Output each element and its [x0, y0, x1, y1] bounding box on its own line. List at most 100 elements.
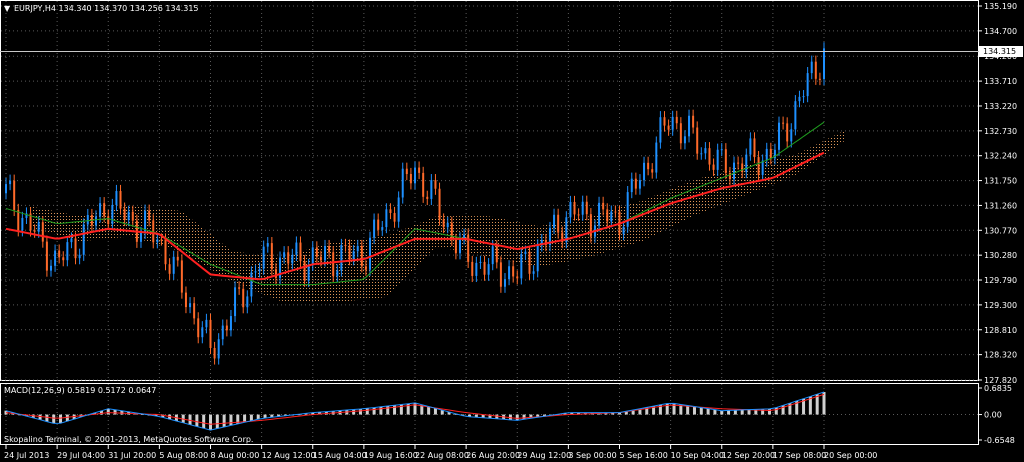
macd-bar	[379, 406, 383, 415]
candle-body	[696, 127, 699, 154]
candle-body	[679, 123, 682, 144]
candle-body	[778, 122, 781, 150]
y-tick-label: 128.810	[984, 326, 1017, 335]
candle-body	[630, 178, 633, 193]
candle-body	[806, 73, 809, 97]
candle-body	[58, 250, 61, 258]
candle-body	[311, 247, 314, 265]
candle-body	[430, 180, 433, 199]
chart-terminal[interactable]: 135.190134.700134.200133.710133.220132.7…	[0, 0, 1024, 462]
candle-body	[634, 178, 637, 189]
y-axis-ticks: 135.190134.700134.200133.710133.220132.7…	[978, 2, 1017, 445]
x-tick-label: 17 Sep 08:00	[773, 451, 826, 460]
candle-body	[602, 202, 605, 210]
candle-body	[532, 271, 535, 274]
x-tick-label: 10 Sep 04:00	[671, 451, 724, 460]
candle-body	[123, 208, 126, 221]
candle-body	[438, 188, 441, 220]
candle-body	[475, 262, 478, 276]
macd-bar	[774, 407, 778, 415]
price-chart-svg[interactable]: 135.190134.700134.200133.710133.220132.7…	[0, 0, 1024, 462]
y-tick-label: 135.190	[984, 2, 1017, 11]
candle-body	[581, 201, 584, 215]
macd-bar	[59, 414, 63, 424]
candle-body	[405, 168, 408, 175]
y-tick-label: 128.320	[984, 351, 1017, 360]
candle-body	[103, 203, 106, 217]
candle-body	[769, 148, 772, 159]
candle-body	[577, 214, 580, 216]
candle-body	[9, 180, 12, 185]
y-tick-label: 134.700	[984, 27, 1017, 36]
macd-bar	[372, 407, 376, 415]
candle-body	[786, 123, 789, 142]
candle-body	[66, 242, 69, 261]
x-tick-label: 12 Sep 20:00	[722, 451, 775, 460]
macd-bar	[209, 414, 212, 431]
x-tick-label: 31 Jul 20:00	[108, 451, 156, 460]
candle-body	[94, 216, 97, 226]
candle-body	[5, 184, 7, 194]
candle-body	[414, 167, 416, 184]
candle-body	[823, 48, 825, 80]
macd-bar	[522, 414, 526, 420]
candle-body	[708, 148, 711, 165]
chart-header: EURJPY,H4 134.340 134.370 134.256 134.31…	[14, 4, 199, 13]
candle-body	[675, 116, 678, 124]
candle-body	[573, 201, 576, 215]
candle-body	[115, 191, 118, 205]
candle-body	[254, 271, 257, 273]
x-tick-label: 8 Aug 00:00	[211, 451, 260, 460]
macd-bar	[249, 414, 253, 421]
candle-body	[622, 226, 625, 235]
macd-bar	[515, 414, 519, 421]
candle-body	[209, 319, 212, 349]
candle-body	[737, 162, 740, 164]
candle-body	[643, 162, 646, 181]
candle-body	[172, 256, 175, 274]
y-tick-label: 133.220	[984, 102, 1017, 111]
candle-body	[749, 138, 752, 155]
candle-body	[802, 96, 805, 98]
candle-body	[99, 203, 102, 217]
candle-body	[757, 157, 760, 175]
candle-body	[745, 154, 748, 173]
candle-body	[528, 251, 531, 274]
candle-body	[463, 234, 466, 239]
candle-body	[270, 243, 273, 270]
macd-bar	[202, 414, 206, 429]
candle-body	[818, 78, 821, 80]
candle-body	[221, 325, 224, 340]
candle-body	[377, 219, 380, 230]
macd-bar	[747, 409, 751, 415]
candle-body	[119, 191, 122, 209]
macd-y-tick-label: 0.00	[984, 411, 1002, 420]
candle-body	[598, 202, 601, 226]
candle-body	[258, 268, 261, 272]
macd-bar	[229, 414, 233, 426]
candle-body	[197, 318, 200, 338]
candle-body	[442, 219, 445, 228]
macd-bar	[706, 408, 710, 415]
candle-body	[651, 169, 654, 173]
y-tick-label: 131.750	[984, 177, 1017, 186]
candle-body	[422, 172, 425, 197]
candle-body	[287, 252, 290, 264]
candle-body	[655, 142, 658, 173]
candle-body	[794, 101, 797, 130]
macd-bar	[113, 409, 117, 415]
candle-body	[536, 245, 539, 272]
copyright-text: Skopalino Terminal, © 2001-2013, MetaQuo…	[4, 435, 253, 444]
candle-body	[495, 246, 498, 263]
candle-body	[168, 264, 171, 274]
macd-bar	[433, 408, 437, 415]
x-tick-label: 26 Aug 20:00	[466, 451, 520, 460]
candle-body	[74, 238, 77, 259]
x-tick-label: 24 Jul 2013	[4, 451, 49, 460]
macd-bar	[45, 414, 49, 422]
candle-body	[54, 250, 57, 266]
candle-body	[225, 325, 228, 331]
candle-body	[360, 245, 363, 267]
y-tick-label: 129.790	[984, 276, 1017, 285]
macd-histogram	[1, 391, 978, 431]
